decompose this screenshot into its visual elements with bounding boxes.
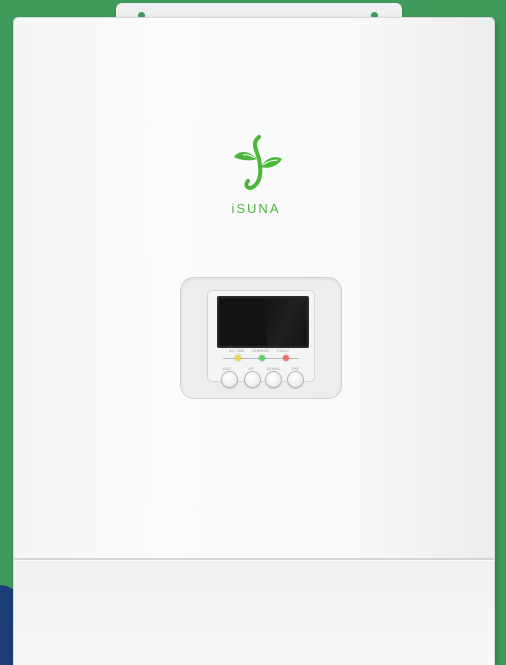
sprout-logo-icon bbox=[234, 135, 282, 190]
panel-divider-line bbox=[241, 358, 259, 359]
panel-divider-line bbox=[289, 358, 299, 359]
inverter-housing: iSUNA AC / INV CHARGE FAULT ESC UP DOWN … bbox=[14, 18, 494, 665]
indicator-label-ac-inv: AC / INV bbox=[229, 348, 245, 353]
down-button[interactable] bbox=[265, 371, 282, 388]
ac-inv-led-icon bbox=[235, 355, 241, 361]
fault-led-icon bbox=[283, 355, 289, 361]
esc-button[interactable] bbox=[221, 371, 238, 388]
control-panel: AC / INV CHARGE FAULT ESC UP DOWN ENT bbox=[180, 277, 342, 399]
brand-logo-text: iSUNA bbox=[231, 201, 281, 216]
charge-led-icon bbox=[259, 355, 265, 361]
panel-divider-line bbox=[265, 358, 283, 359]
panel-divider-line bbox=[223, 358, 235, 359]
enter-button[interactable] bbox=[287, 371, 304, 388]
indicator-label-charge: CHARGE bbox=[252, 348, 270, 353]
lcd-screen bbox=[217, 296, 309, 348]
up-button[interactable] bbox=[244, 371, 261, 388]
lower-cover-panel bbox=[14, 561, 494, 665]
indicator-label-fault: FAULT bbox=[277, 348, 290, 353]
